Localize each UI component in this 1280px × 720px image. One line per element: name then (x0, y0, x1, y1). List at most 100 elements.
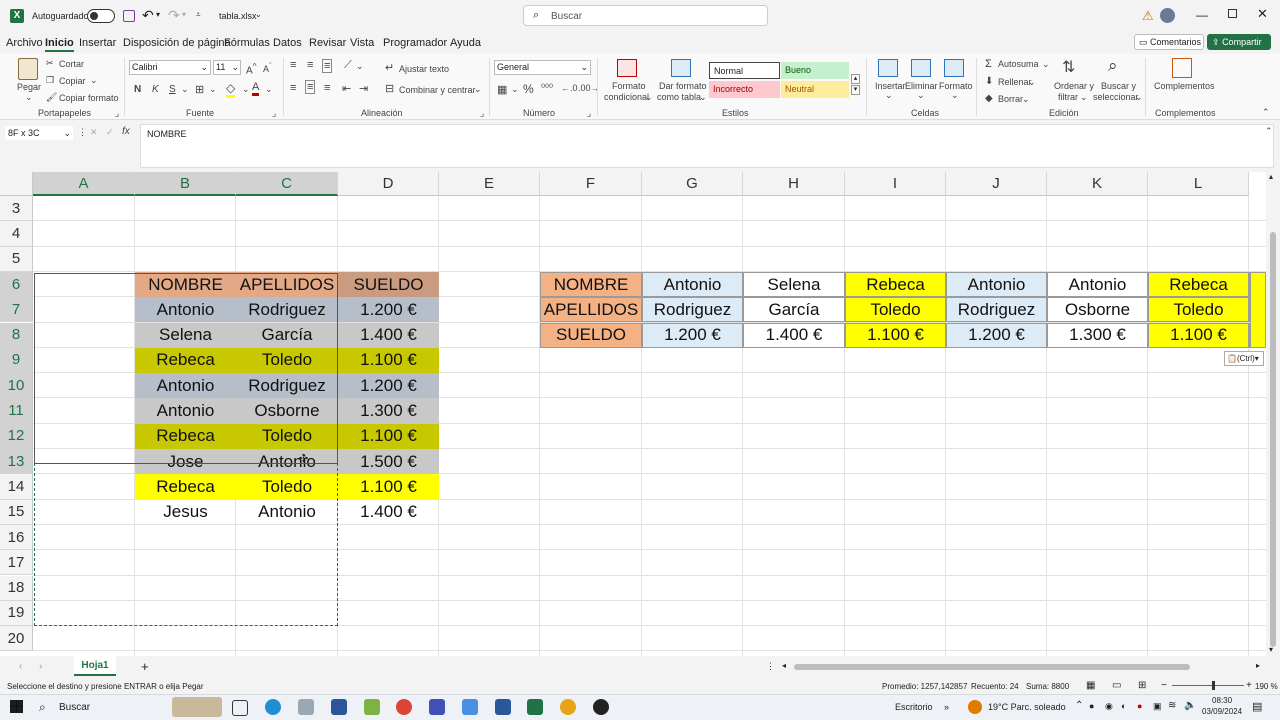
underline-chevron-icon[interactable]: ⌄ (181, 84, 189, 95)
cell[interactable]: APELLIDOS (540, 297, 642, 323)
column-header-f[interactable]: F (540, 172, 642, 196)
insert-cells-chevron-icon[interactable]: ⌄ (885, 90, 893, 101)
normal-view-icon[interactable]: ▦ (1086, 680, 1095, 691)
expand-formula-icon[interactable]: ⌃ (1265, 126, 1273, 137)
format-as-table-label-1[interactable]: Dar formato (659, 81, 707, 91)
wifi-icon[interactable]: ≋ (1168, 700, 1176, 711)
menu-datos[interactable]: Datos (273, 37, 302, 49)
cell[interactable]: Rebeca (1148, 271, 1249, 298)
format-as-table-icon[interactable] (671, 59, 691, 77)
delete-cells-chevron-icon[interactable]: ⌄ (917, 90, 925, 101)
align-top-icon[interactable]: ≡ (290, 59, 296, 71)
close-icon[interactable]: ✕ (1257, 6, 1268, 22)
merge-center-icon[interactable]: ⊟ (385, 82, 394, 95)
taskbar-search-label[interactable]: Buscar (59, 702, 90, 713)
scroll-right-icon[interactable]: ▸ (1256, 661, 1260, 670)
column-header-b[interactable]: B (135, 172, 236, 196)
style-normal[interactable]: Normal (709, 62, 780, 79)
chrome-icon[interactable] (396, 699, 412, 715)
clear-chevron-icon[interactable]: ⌄ (1022, 94, 1030, 105)
align-bottom-icon[interactable]: ≡ (322, 59, 333, 73)
row-header-19[interactable]: 19 (0, 600, 33, 627)
accounting-chevron-icon[interactable]: ⌄ (511, 84, 519, 95)
tray-icon-3[interactable]: ◐ (1121, 701, 1126, 711)
excel-taskbar-icon[interactable] (527, 699, 543, 715)
file-name[interactable]: tabla.xlsx (219, 11, 257, 21)
row-header-6[interactable]: 6 (0, 271, 33, 298)
notifications-icon[interactable]: ▤ (1252, 700, 1262, 713)
cell[interactable]: 1.200 € (946, 322, 1047, 348)
number-launcher-icon[interactable]: ⌟ (587, 108, 591, 119)
row-header-5[interactable]: 5 (0, 246, 33, 272)
copy-icon[interactable]: ❐ (46, 75, 54, 86)
warning-icon[interactable]: ⚠ (1142, 8, 1154, 24)
underline-button[interactable]: S (169, 84, 176, 95)
conditional-format-icon[interactable] (617, 59, 637, 77)
find-select-chevron-icon[interactable]: ⌄ (1135, 92, 1143, 103)
delete-cells-icon[interactable] (911, 59, 931, 77)
tray-icon-4[interactable]: ● (1137, 701, 1142, 711)
row-header-4[interactable]: 4 (0, 221, 33, 247)
volume-icon[interactable]: 🔈 (1184, 700, 1196, 711)
cell[interactable]: 1.300 € (1047, 322, 1148, 348)
font-color-chevron-icon[interactable]: ⌄ (265, 84, 273, 95)
insert-cells-icon[interactable] (878, 59, 898, 77)
font-grow-icon[interactable]: A^ (246, 61, 257, 76)
fill-icon[interactable]: ⬇ (985, 76, 993, 87)
row-header-11[interactable]: 11 (0, 398, 33, 424)
share-button[interactable]: ⇪ Compartir (1207, 34, 1271, 50)
cell[interactable]: 1.200 € (338, 373, 439, 399)
menu-inicio[interactable]: Inicio (45, 37, 74, 52)
orientation-chevron-icon[interactable]: ⌄ (356, 61, 364, 72)
undo-dropdown-icon[interactable]: ▾ (156, 10, 160, 19)
cell[interactable]: 1.400 € (743, 322, 845, 348)
task-view-icon[interactable] (232, 700, 248, 716)
select-all-corner[interactable] (0, 172, 33, 196)
borders-chevron-icon[interactable]: ⌄ (209, 84, 217, 95)
column-header-c[interactable]: C (236, 172, 338, 196)
find-select-icon[interactable]: ⌕ (1108, 56, 1118, 76)
copy-format-label[interactable]: Copiar formato (59, 93, 119, 103)
row-header-14[interactable]: 14 (0, 474, 33, 500)
column-header-j[interactable]: J (946, 172, 1047, 196)
chrome-profile-icon[interactable] (560, 699, 576, 715)
maximize-icon[interactable] (1228, 9, 1237, 18)
cell[interactable]: Antonio (1047, 271, 1148, 298)
addins-label[interactable]: Complementos (1154, 81, 1215, 91)
column-header-i[interactable]: I (845, 172, 946, 196)
wrap-text-label[interactable]: Ajustar texto (399, 64, 449, 74)
row-header-17[interactable]: 17 (0, 550, 33, 576)
weather-text[interactable]: 19°C Parc. soleado (988, 702, 1066, 712)
customize-toolbar-icon[interactable]: ⩡ (196, 10, 201, 20)
style-good[interactable]: Bueno (781, 62, 849, 79)
clear-label[interactable]: Borrar (998, 94, 1023, 104)
cell[interactable]: 1.100 € (338, 474, 439, 500)
comments-button[interactable]: ▭ Comentarios (1134, 34, 1204, 50)
store-icon[interactable] (331, 699, 347, 715)
find-select-label-2[interactable]: seleccionar (1093, 92, 1139, 102)
fill-color-icon[interactable]: ◇ (226, 81, 236, 98)
desktop-chevron-icon[interactable]: » (944, 702, 949, 712)
sort-filter-label-2[interactable]: filtrar (1058, 92, 1078, 102)
fill-label[interactable]: Rellenar (998, 77, 1032, 87)
styles-scroll-down-icon[interactable]: ▾ (851, 85, 860, 95)
undo-icon[interactable]: ↶ (142, 7, 154, 24)
cell[interactable]: Toledo (845, 297, 946, 323)
increase-indent-icon[interactable]: ⇥ (359, 82, 368, 95)
copy-chevron-icon[interactable]: ⌄ (90, 75, 98, 86)
conditional-format-chevron-icon[interactable]: ⌄ (645, 92, 653, 103)
format-cells-icon[interactable] (944, 59, 964, 77)
row-header-9[interactable]: 9 (0, 347, 33, 374)
formula-input[interactable]: NOMBRE (140, 124, 1274, 168)
column-header-k[interactable]: K (1047, 172, 1148, 196)
style-bad[interactable]: Incorrecto (709, 81, 780, 98)
next-sheet-icon[interactable]: › (39, 661, 42, 672)
cell[interactable]: SUELDO (540, 322, 642, 348)
orientation-icon[interactable]: ⟋ (344, 59, 352, 72)
taskbar-search-icon[interactable]: ⌕ (39, 700, 46, 715)
cell[interactable]: 1.100 € (845, 322, 946, 348)
avatar[interactable] (1160, 8, 1175, 23)
worksheet-grid[interactable]: A B C D E F G H I J K L 3 4 5 6 7 8 9 10 11 12 13 14 15 16 17 18 19 2… (0, 172, 1266, 656)
thousands-icon[interactable]: ⁰⁰⁰ (541, 83, 553, 94)
zoom-slider-handle[interactable] (1212, 681, 1215, 690)
